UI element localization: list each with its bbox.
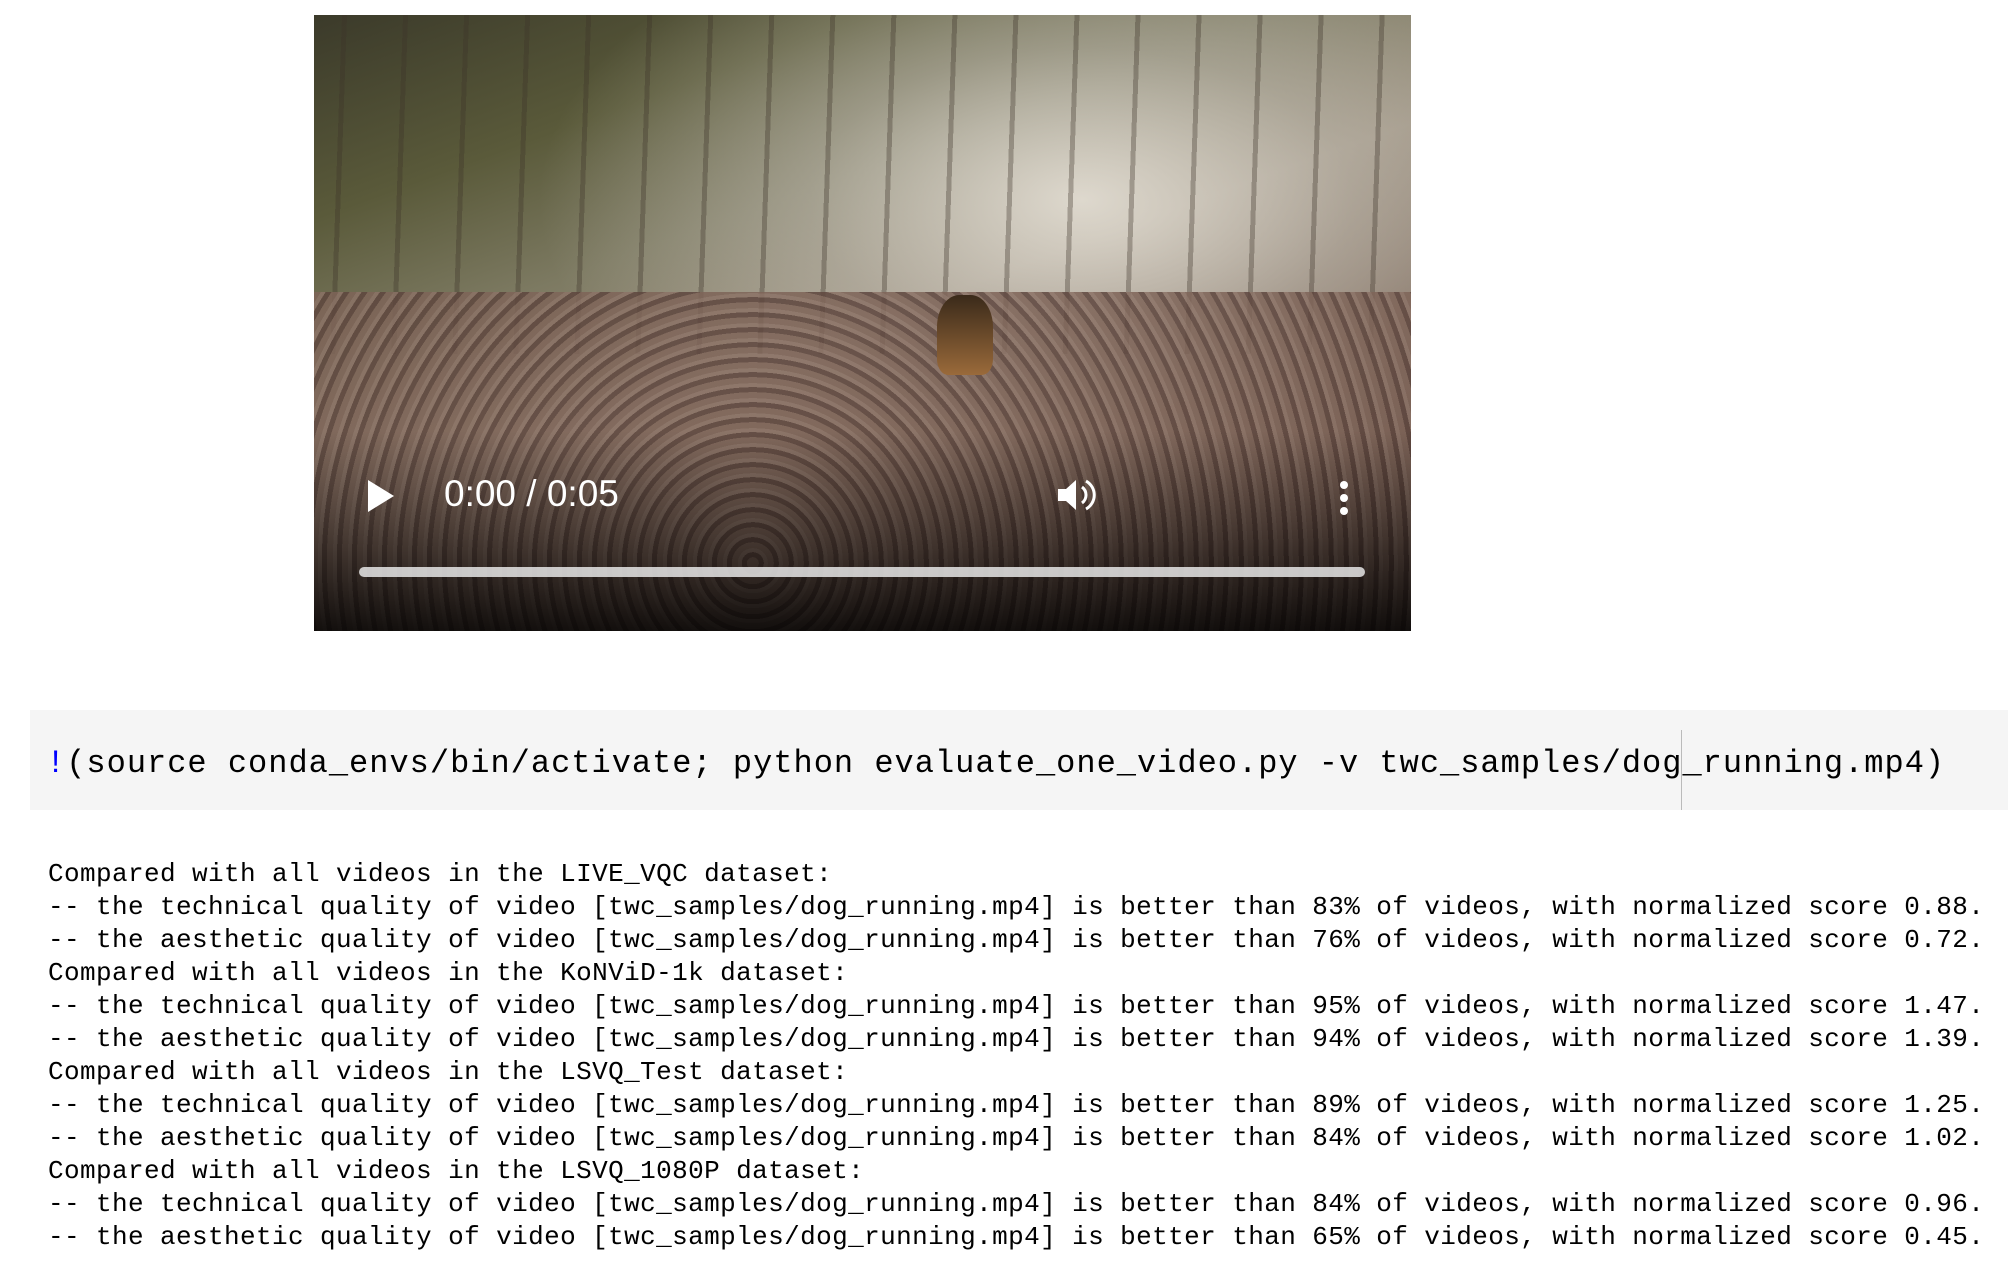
output-result-line: -- the technical quality of video [twc_s… [48, 1090, 1985, 1120]
shell-prefix: ! [46, 745, 67, 782]
more-options-icon[interactable] [1340, 481, 1348, 520]
output-result-line: -- the technical quality of video [twc_s… [48, 892, 1985, 922]
output-result-line: -- the aesthetic quality of video [twc_s… [48, 1123, 1985, 1153]
output-dataset-header: Compared with all videos in the LSVQ_108… [48, 1156, 865, 1186]
code-cell[interactable]: !(source conda_envs/bin/activate; python… [30, 710, 2008, 810]
shell-command: (source conda_envs/bin/activate; python … [66, 745, 1946, 782]
output-dataset-header: Compared with all videos in the KoNViD-1… [48, 958, 849, 988]
output-result-line: -- the technical quality of video [twc_s… [48, 1189, 1985, 1219]
output-result-line: -- the technical quality of video [twc_s… [48, 991, 1985, 1021]
output-dataset-header: Compared with all videos in the LSVQ_Tes… [48, 1057, 849, 1087]
output-dataset-header: Compared with all videos in the LIVE_VQC… [48, 859, 833, 889]
volume-icon[interactable] [1056, 475, 1100, 515]
play-icon[interactable] [368, 480, 394, 512]
cell-output: Compared with all videos in the LIVE_VQC… [48, 858, 1984, 1254]
code-input[interactable]: !(source conda_envs/bin/activate; python… [46, 744, 1945, 784]
text-cursor [1681, 730, 1682, 810]
controls-gradient [314, 431, 1411, 631]
output-result-line: -- the aesthetic quality of video [twc_s… [48, 1024, 1985, 1054]
output-result-line: -- the aesthetic quality of video [twc_s… [48, 1222, 1985, 1252]
progress-bar[interactable] [359, 567, 1365, 577]
time-display: 0:00 / 0:05 [444, 473, 619, 514]
video-player[interactable]: 0:00 / 0:05 [314, 15, 1411, 631]
output-result-line: -- the aesthetic quality of video [twc_s… [48, 925, 1985, 955]
video-frame-dog [937, 295, 993, 375]
